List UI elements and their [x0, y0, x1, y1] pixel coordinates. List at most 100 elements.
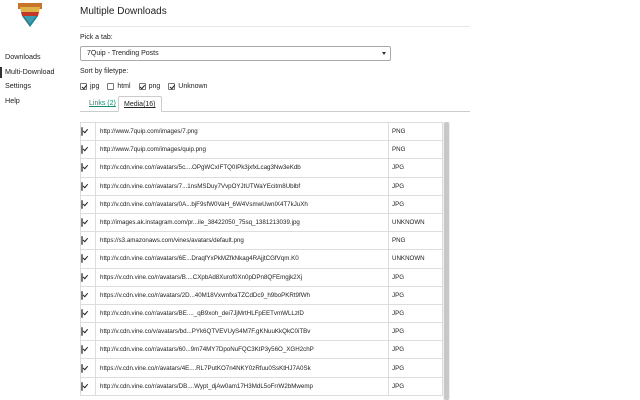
- row-select-cell: [80, 303, 96, 324]
- row-filetype: JPG: [388, 303, 443, 324]
- download-arrow-icon: [18, 3, 42, 27]
- filter-png[interactable]: png: [138, 82, 160, 90]
- row-url: http://v.cdn.vine.co/r/avatars/0A...bjF9…: [95, 194, 389, 214]
- row-select-cell: [80, 340, 96, 360]
- row-select-cell: [80, 267, 96, 287]
- row-select-checkbox[interactable]: [81, 218, 83, 228]
- row-select-cell: [80, 249, 96, 269]
- filter-jpg-checkbox[interactable]: [80, 82, 87, 90]
- row-filetype: PNG: [388, 231, 443, 251]
- filter-unknown-label: Unknown: [178, 82, 208, 90]
- filter-html-label: html: [117, 82, 131, 90]
- row-filetype: JPG: [388, 322, 443, 342]
- sort-filetype-label: Sort by filetype:: [80, 68, 129, 75]
- sidebar-item-help[interactable]: Help: [0, 94, 66, 109]
- row-url: http://www.7quip.com/images/7.png: [95, 122, 389, 142]
- filter-unknown[interactable]: Unknown: [168, 82, 208, 90]
- row-select-cell: [80, 231, 96, 251]
- row-url: https://v.cdn.vine.co/r/avatars/B....CXp…: [95, 267, 389, 287]
- row-select-cell: [80, 358, 96, 378]
- table-row: http://v.cdn.vine.co/r/avatars/60...9m74…: [80, 340, 443, 360]
- row-select-checkbox[interactable]: [81, 127, 83, 137]
- sidebar-nav: Downloads Multi-Download Settings Help: [0, 50, 66, 108]
- tab-media[interactable]: Media(16): [118, 96, 162, 112]
- row-filetype: JPG: [388, 376, 443, 396]
- table-row: http://v.cdn.vine.co/r/avatars/DB....Wyp…: [80, 376, 443, 396]
- row-select-checkbox[interactable]: [81, 181, 83, 191]
- media-table-container: http://www.7quip.com/images/7.png PNG http…: [80, 122, 450, 400]
- filter-png-checkbox[interactable]: [138, 82, 146, 90]
- row-url: http://v.cdn.vine.co/r/avatars/60...9m74…: [95, 340, 389, 360]
- tab-select[interactable]: 7Quip - Trending Posts: [80, 46, 391, 61]
- row-select-cell: [80, 176, 96, 196]
- row-url: http://www.7quip.com/images/quip.png: [95, 140, 389, 160]
- pick-tab-label: Pick a tab:: [80, 34, 113, 41]
- row-filetype: UNKNOWN: [388, 212, 443, 233]
- row-select-checkbox[interactable]: [81, 236, 83, 246]
- row-filetype: JPG: [388, 340, 443, 360]
- title-divider: [80, 26, 470, 27]
- table-scrollbar[interactable]: [443, 122, 450, 400]
- row-url: http://v.cdn.vine.co/r/avatars/DB....Wyp…: [95, 376, 389, 396]
- row-select-cell: [80, 122, 96, 142]
- row-select-checkbox[interactable]: [81, 308, 83, 318]
- table-row: https://s3.amazonaws.com/vines/avatars/d…: [80, 231, 443, 251]
- table-row: http://v.cdn.vine.co/r/avatars/BE...._qB…: [80, 303, 443, 324]
- row-select-checkbox[interactable]: [81, 381, 83, 391]
- row-url: http://v.cdn.vine.co/r/avatars/6E...Draq…: [95, 249, 389, 269]
- row-filetype: PNG: [388, 122, 443, 142]
- row-select-checkbox[interactable]: [81, 199, 83, 209]
- row-select-cell: [80, 158, 96, 178]
- row-select-checkbox[interactable]: [81, 290, 83, 300]
- row-select-checkbox[interactable]: [81, 327, 83, 337]
- row-url: http://images.ak.instagram.com/pr...ile_…: [95, 212, 389, 233]
- filter-unknown-checkbox[interactable]: [168, 82, 176, 90]
- row-select-checkbox[interactable]: [81, 345, 83, 355]
- sidebar-item-multi-download[interactable]: Multi-Download: [0, 65, 66, 80]
- row-select-checkbox[interactable]: [81, 272, 83, 282]
- row-select-checkbox[interactable]: [81, 363, 83, 373]
- table-scrollbar-thumb[interactable]: [444, 122, 449, 400]
- sidebar: Downloads Multi-Download Settings Help: [0, 0, 66, 400]
- row-filetype: UNKNOWN: [388, 249, 443, 269]
- row-url: https://s3.amazonaws.com/vines/avatars/d…: [95, 231, 389, 251]
- row-url: https://v.cdn.vine.co/r/avatars/4E....RL…: [95, 358, 389, 378]
- row-select-checkbox[interactable]: [81, 145, 83, 155]
- table-row: https://v.cdn.vine.co/r/avatars/B....CXp…: [80, 267, 443, 287]
- tab-select-value: 7Quip - Trending Posts: [87, 50, 159, 57]
- row-filetype: JPG: [388, 267, 443, 287]
- table-row: http://images.ak.instagram.com/pr...ile_…: [80, 212, 443, 233]
- row-select-cell: [80, 194, 96, 214]
- sidebar-item-downloads[interactable]: Downloads: [0, 50, 66, 65]
- filter-html[interactable]: html: [107, 82, 131, 90]
- row-filetype: JPG: [388, 358, 443, 378]
- row-url: https://v.cdn.vine.co/r/avatars/2D...40M…: [95, 285, 389, 305]
- table-row: http://www.7quip.com/images/7.png PNG: [80, 122, 443, 142]
- filter-jpg[interactable]: jpg: [80, 82, 99, 90]
- tab-links[interactable]: Links (2): [84, 96, 121, 112]
- row-filetype: PNG: [388, 140, 443, 160]
- row-filetype: JPG: [388, 285, 443, 305]
- sidebar-item-settings[interactable]: Settings: [0, 79, 66, 94]
- row-url: http://v.cdn.vine.co/r/avatars/7...1nsMS…: [95, 176, 389, 196]
- table-row: https://v.cdn.vine.co/r/avatars/2D...40M…: [80, 285, 443, 305]
- row-url: http://v.cdn.vine.co/v/avatars/bd...PYk6…: [95, 322, 389, 342]
- filter-html-checkbox[interactable]: [107, 82, 115, 90]
- row-select-checkbox[interactable]: [81, 163, 83, 173]
- table-row: http://v.cdn.vine.co/r/avatars/5c....OPg…: [80, 158, 443, 178]
- row-url: http://v.cdn.vine.co/r/avatars/BE...._qB…: [95, 303, 389, 324]
- table-row: http://v.cdn.vine.co/v/avatars/bd...PYk6…: [80, 322, 443, 342]
- media-table: http://www.7quip.com/images/7.png PNG http…: [80, 122, 443, 396]
- row-select-cell: [80, 285, 96, 305]
- row-select-checkbox[interactable]: [81, 254, 83, 264]
- row-filetype: JPG: [388, 194, 443, 214]
- table-row: http://v.cdn.vine.co/r/avatars/7...1nsMS…: [80, 176, 443, 196]
- chevron-down-icon: [382, 52, 386, 55]
- filetype-filters: jpg html png Unknown: [80, 81, 215, 91]
- row-select-cell: [80, 212, 96, 233]
- result-tabs: Links (2) Media(16): [80, 96, 470, 112]
- row-filetype: JPG: [388, 158, 443, 178]
- row-select-cell: [80, 376, 96, 396]
- row-url: http://v.cdn.vine.co/r/avatars/5c....OPg…: [95, 158, 389, 178]
- row-select-cell: [80, 140, 96, 160]
